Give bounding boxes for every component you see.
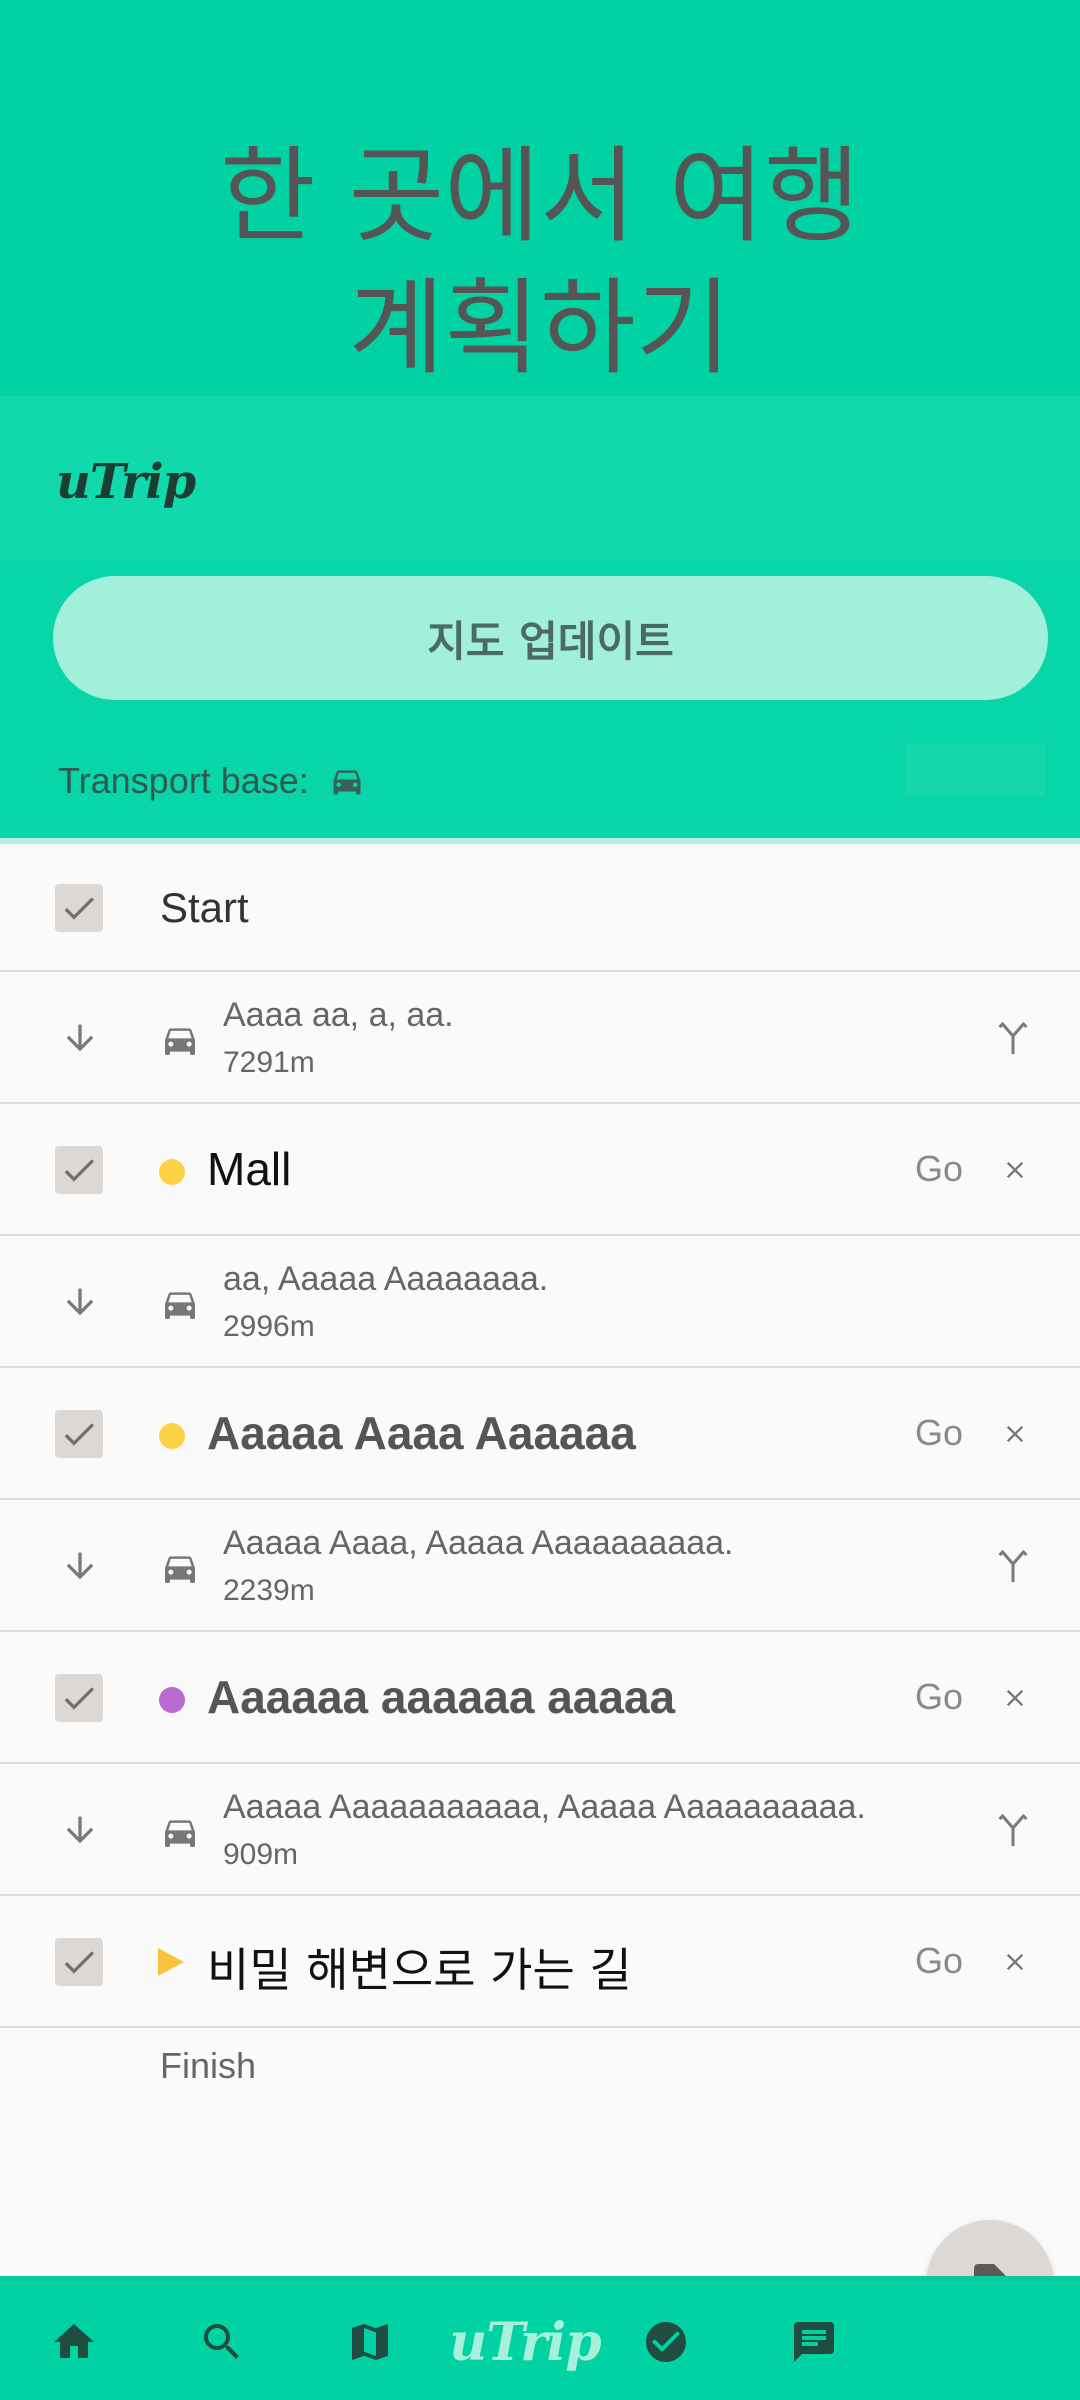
car-icon bbox=[333, 770, 361, 795]
leg-description: Aaaaa Aaaaaaaaaaa, Aaaaa Aaaaaaaaaa. bbox=[223, 1788, 866, 1826]
remove-stop-button[interactable] bbox=[997, 1940, 1033, 1984]
leg-description: Aaaaa Aaaa, Aaaaa Aaaaaaaaaa. bbox=[223, 1524, 734, 1562]
hero-header: 한 곳에서 여행 계획하기 bbox=[0, 0, 1080, 396]
route-stop: Mall Go bbox=[0, 1104, 1080, 1236]
go-button[interactable]: Go bbox=[915, 1676, 963, 1718]
leg-distance: 2239m bbox=[223, 1574, 315, 1607]
leg-description: Aaaa aa, a, aa. bbox=[223, 996, 454, 1034]
remove-stop-button[interactable] bbox=[997, 1148, 1033, 1192]
go-button[interactable]: Go bbox=[915, 1148, 963, 1190]
finish-label: Finish bbox=[160, 2045, 257, 2086]
control-panel: uTrip 지도 업데이트 Transport base: bbox=[0, 396, 1080, 838]
route-stop: Aaaaa Aaaa Aaaaaa Go bbox=[0, 1368, 1080, 1500]
check-icon bbox=[64, 1423, 94, 1446]
update-map-button[interactable]: 지도 업데이트 bbox=[53, 576, 1048, 700]
search-icon bbox=[204, 2324, 239, 2359]
transport-base[interactable]: Transport base: bbox=[58, 746, 365, 816]
stop-marker-dot bbox=[159, 1159, 185, 1185]
arrow-down-icon bbox=[66, 1288, 94, 1316]
route-leg: Aaaa aa, a, aa. 7291m bbox=[0, 972, 1080, 1104]
nav-checklist[interactable] bbox=[628, 2280, 704, 2400]
route-list: Start Aaaa aa, a, aa. 7291m Mall Go aa, … bbox=[0, 844, 1080, 2028]
route-stop: Aaaaaa aaaaaa aaaaa Go bbox=[0, 1632, 1080, 1764]
stop-name: Aaaaaa aaaaaa aaaaa bbox=[207, 1671, 676, 1723]
nav-utrip-logo[interactable]: uTrip bbox=[449, 2280, 601, 2400]
arrow-down-icon bbox=[66, 1024, 94, 1052]
car-icon bbox=[165, 1556, 195, 1583]
page-title-line1: 한 곳에서 여행 bbox=[219, 135, 861, 257]
close-icon bbox=[1006, 1425, 1024, 1443]
car-icon bbox=[165, 1292, 195, 1319]
arrow-down-icon bbox=[66, 1552, 94, 1580]
fork-route-icon[interactable] bbox=[995, 1014, 1031, 1058]
start-label: Start bbox=[160, 884, 249, 931]
car-icon bbox=[165, 1028, 195, 1055]
close-icon bbox=[1006, 1161, 1024, 1179]
arrow-down-icon bbox=[66, 1816, 94, 1844]
route-leg: Aaaaa Aaaaaaaaaaa, Aaaaa Aaaaaaaaaa. 909… bbox=[0, 1764, 1080, 1896]
close-icon bbox=[1006, 1689, 1024, 1707]
check-icon bbox=[64, 1159, 94, 1182]
remove-stop-button[interactable] bbox=[997, 1412, 1033, 1456]
nav-home[interactable] bbox=[36, 2280, 112, 2400]
stop-marker-dot bbox=[159, 1687, 185, 1713]
car-icon bbox=[165, 1820, 195, 1847]
stop-checkbox[interactable] bbox=[55, 1674, 103, 1722]
stop-checkbox[interactable] bbox=[55, 1938, 103, 1986]
leg-distance: 909m bbox=[223, 1838, 299, 1871]
remove-stop-button[interactable] bbox=[997, 1676, 1033, 1720]
stop-checkbox[interactable] bbox=[55, 1410, 103, 1458]
stop-marker-triangle bbox=[158, 1948, 184, 1976]
map-icon bbox=[352, 2324, 388, 2360]
route-leg: aa, Aaaaa Aaaaaaaa. 2996m bbox=[0, 1236, 1080, 1368]
go-button[interactable]: Go bbox=[915, 1940, 963, 1982]
nav-search[interactable] bbox=[184, 2280, 260, 2400]
fork-route-icon[interactable] bbox=[995, 1542, 1031, 1586]
check-icon bbox=[64, 1687, 94, 1710]
stop-name: Mall bbox=[207, 1143, 292, 1195]
start-checkbox[interactable] bbox=[55, 884, 103, 932]
stop-name: 비밀 해변으로 가는 길 bbox=[207, 1943, 632, 1997]
close-icon bbox=[1006, 1953, 1024, 1971]
start-row: Start bbox=[0, 844, 1080, 972]
route-stop: 비밀 해변으로 가는 길 Go bbox=[0, 1896, 1080, 2028]
check-icon bbox=[64, 1951, 94, 1974]
go-button[interactable]: Go bbox=[915, 1412, 963, 1454]
leg-distance: 7291m bbox=[223, 1046, 315, 1079]
leg-description: aa, Aaaaa Aaaaaaaa. bbox=[223, 1260, 549, 1298]
leg-distance: 2996m bbox=[223, 1310, 315, 1343]
nav-chat[interactable] bbox=[776, 2280, 852, 2400]
transport-base-label: Transport base: bbox=[58, 760, 309, 801]
bottom-navigation: uTrip bbox=[0, 2276, 1080, 2400]
route-leg: Aaaaa Aaaa, Aaaaa Aaaaaaaaaa. 2239m bbox=[0, 1500, 1080, 1632]
app-logo: uTrip bbox=[56, 454, 196, 510]
check-circle-icon bbox=[646, 2322, 686, 2362]
home-icon bbox=[54, 2324, 94, 2358]
check-icon bbox=[64, 897, 94, 920]
page-title-line2: 계획하기 bbox=[348, 267, 732, 389]
chat-icon bbox=[794, 2322, 834, 2362]
fork-route-icon[interactable] bbox=[995, 1806, 1031, 1850]
transport-selector-placeholder bbox=[905, 744, 1045, 796]
stop-name: Aaaaa Aaaa Aaaaaa bbox=[207, 1407, 636, 1459]
nav-map[interactable] bbox=[332, 2280, 408, 2400]
stop-marker-dot bbox=[159, 1423, 185, 1449]
page-title: 한 곳에서 여행 계획하기 bbox=[0, 130, 1080, 394]
stop-checkbox[interactable] bbox=[55, 1146, 103, 1194]
